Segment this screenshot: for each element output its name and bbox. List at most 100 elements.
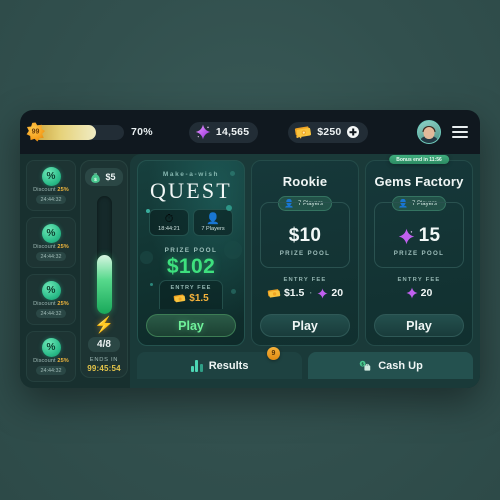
svg-text:$: $ [95,176,98,182]
tab-results[interactable]: Results 9 [137,347,302,379]
quest-players-value: 7 Players [201,225,225,232]
content-area: % Discount 25% 24:44:32 % Discount 25% 2… [20,154,480,388]
quest-timer-stat: ⏱ 18:44:21 [149,209,189,237]
bottom-tab-bar: Results 9 $ Cash Up [137,347,473,379]
list-item[interactable]: % Discount 25% 24:44:32 [26,331,76,382]
energy-reward-chip: $ $5 [85,168,123,186]
rookie-prize-value: $10 [288,225,322,246]
decor-dot-icon [230,171,235,176]
gems-prize-value-row: 15 [398,225,441,247]
quest-prize-label: PRIZE POOL [164,247,218,255]
plus-icon[interactable] [347,126,360,138]
discount-tag-icon: % [41,337,61,357]
list-item[interactable]: % Discount 25% 24:44:32 [26,274,76,325]
rookie-title: Rookie [282,174,328,189]
results-badge: 9 [267,347,280,360]
discount-label: Discount 25% [33,243,69,250]
player-icon: 👤 [206,212,220,225]
quest-entry-fee: ENTRY FEE $1.5 [159,280,223,309]
top-header-bar: 99 70% 14,565 $250 [20,110,480,154]
gems-prize-label: PRIZE POOL [393,250,445,257]
list-item[interactable]: % Discount 25% 24:44:32 [26,160,76,211]
gear-icon [140,251,153,264]
gems-factory-card[interactable]: Bonus end in 11:56 Gems Factory 👤 7 Play… [365,155,473,346]
quest-play-button[interactable]: Play [146,314,236,337]
money-stack-icon [295,126,312,139]
stopwatch-icon: ⏱ [164,212,174,225]
game-cards-row: Make-a-wish QUEST ⏱ 18:44:21 👤 7 Players [137,155,473,346]
fee-separator: · [309,288,313,298]
quest-kicker: Make-a-wish [162,171,220,178]
bar-chart-icon [190,359,203,372]
quest-prize-value: $102 [166,255,216,279]
gems-fee-row: 20 [406,287,433,299]
tab-cash-up[interactable]: $ Cash Up [308,352,473,379]
decor-dot-icon [150,283,153,286]
gem-balance-chip[interactable]: 14,565 [188,121,259,143]
header-right-group [417,120,468,144]
app-root: 99 70% 14,565 $250 % Discount 25% 24:44:… [0,0,500,500]
rookie-fee-row: $1.5 · 20 [267,287,343,299]
ends-in-label: ENDS IN [89,357,119,363]
gems-prize-value: 15 [418,225,441,246]
xp-percent-label: 70% [131,126,153,138]
discount-rail[interactable]: % Discount 25% 24:44:32 % Discount 25% 2… [20,154,76,388]
gems-factory-title: Gems Factory [374,174,464,189]
gems-fee-label: ENTRY FEE [397,277,441,283]
discount-percent: 25% [57,300,69,307]
quest-stats: ⏱ 18:44:21 👤 7 Players [149,209,233,237]
gems-play-button[interactable]: Play [374,314,464,337]
money-bag-icon: $ [91,172,101,183]
quest-fee-value: $1.5 [189,293,209,304]
xp-progress[interactable]: 99 70% [26,122,153,142]
energy-card[interactable]: $ $5 ⚡ 4/8 ENDS IN 99:45:54 [80,160,128,378]
rookie-prize-label: PRIZE POOL [279,250,331,257]
xp-level-value: 99 [31,128,40,136]
star-badge-icon: 99 [26,122,45,142]
lightning-bolt-icon: ⚡ [94,317,114,334]
ends-in-value: 99:45:54 [87,364,121,373]
discount-tag-icon: % [41,280,61,300]
discount-timer: 24:44:32 [35,366,67,376]
energy-column: $ $5 ⚡ 4/8 ENDS IN 99:45:54 [76,154,130,388]
discount-percent: 25% [57,357,69,364]
decor-dot-icon [146,209,150,213]
cash-balance-chip[interactable]: $250 [288,121,369,143]
status-badge: Bonus end in 11:56 [389,155,449,164]
discount-label: Discount 25% [33,186,69,193]
money-stack-icon [267,288,281,298]
main-panel: Make-a-wish QUEST ⏱ 18:44:21 👤 7 Players [130,154,480,388]
list-item[interactable]: % Discount 25% 24:44:32 [26,217,76,268]
rookie-card[interactable]: Rookie 👤 7 Players $10 PRIZE POOL ENTRY … [251,160,359,346]
rookie-play-button[interactable]: Play [260,314,350,337]
avatar[interactable] [417,120,441,144]
gems-fee-gems: 20 [420,287,433,299]
tab-cash-up-label: Cash Up [378,359,423,372]
discount-tag-icon: % [41,166,61,186]
gems-prize-box: 15 PRIZE POOL [374,202,464,268]
quest-card[interactable]: Make-a-wish QUEST ⏱ 18:44:21 👤 7 Players [137,160,245,346]
game-window: 99 70% 14,565 $250 % Discount 25% 24:44:… [20,110,480,388]
quest-timer-value: 18:44:21 [158,225,180,232]
cash-balance-value: $250 [317,126,342,138]
energy-meter [96,196,112,314]
gear-icon [224,241,242,259]
cash-up-icon: $ [359,360,371,371]
tab-results-label: Results [208,359,249,372]
discount-tag-icon: % [41,223,61,243]
quest-fee-label: ENTRY FEE [170,285,212,291]
gem-icon [317,287,328,299]
energy-meter-fill [96,255,112,314]
discount-timer: 24:44:32 [35,195,67,205]
gem-balance-value: 14,565 [215,126,250,138]
rookie-fee-cash: $1.5 [283,287,305,299]
hamburger-menu-icon[interactable] [452,126,468,138]
money-stack-icon [173,294,186,303]
discount-percent: 25% [57,186,69,193]
decor-dot-icon [231,289,236,294]
xp-track: 99 [26,122,124,142]
rookie-prize-box: $10 PRIZE POOL [260,202,350,268]
quest-players-stat: 👤 7 Players [193,209,233,237]
rookie-fee-gems: 20 [331,287,344,299]
gem-icon [195,124,211,140]
